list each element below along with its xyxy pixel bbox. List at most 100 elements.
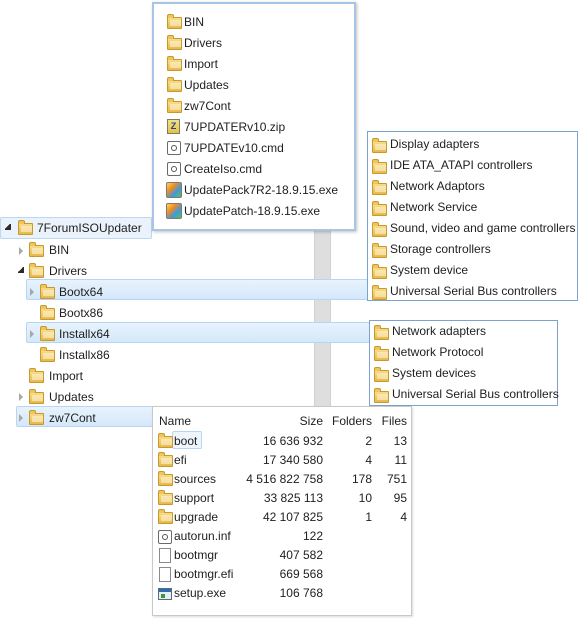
table-cell-files: 13 [393, 434, 407, 448]
driver-category[interactable]: Storage controllers [390, 242, 491, 256]
tree-root-label[interactable]: 7ForumISOUpdater [37, 221, 142, 235]
folder-icon [374, 367, 389, 382]
table-cell-size: 407 582 [279, 548, 323, 562]
tree-item-bootx86[interactable]: Bootx86 [59, 306, 103, 320]
folder-icon [40, 284, 55, 299]
popup-item-import[interactable]: Import [184, 57, 218, 71]
folder-icon [167, 14, 182, 29]
collapse-arrow-icon[interactable] [30, 288, 34, 296]
popup-item-updates[interactable]: Updates [184, 78, 229, 92]
folder-icon [372, 222, 387, 237]
driver-category[interactable]: Universal Serial Bus controllers [392, 387, 559, 401]
column-header-files[interactable]: Files [375, 414, 407, 428]
tree-item-installx86[interactable]: Installx86 [59, 348, 110, 362]
folder-icon [40, 347, 55, 362]
collapse-arrow-icon[interactable] [19, 414, 23, 422]
popup-item-drivers[interactable]: Drivers [184, 36, 222, 50]
tree-item-installx64[interactable]: Installx64 [59, 327, 110, 341]
table-cell-files: 751 [386, 472, 407, 486]
tree-item-drivers[interactable]: Drivers [49, 264, 87, 278]
popup-item-updatepatch[interactable]: UpdatePatch-18.9.15.exe [184, 204, 320, 218]
folder-icon [374, 346, 389, 361]
table-cell-files: 95 [393, 491, 407, 505]
driver-category[interactable]: Network adapters [392, 324, 486, 338]
installer-icon [166, 203, 182, 219]
folder-icon [167, 56, 182, 71]
column-header-name[interactable]: Name [159, 414, 191, 428]
folder-icon [372, 264, 387, 279]
driver-category[interactable]: Display adapters [390, 137, 479, 151]
table-cell-size: 122 [302, 529, 323, 543]
settings-file-icon [158, 530, 172, 544]
popup-item-updatepack[interactable]: UpdatePack7R2-18.9.15.exe [184, 183, 338, 197]
table-cell-size: 669 568 [279, 567, 323, 581]
table-cell-folders: 2 [365, 434, 372, 448]
tree-item-import[interactable]: Import [49, 369, 83, 383]
driver-category[interactable]: IDE ATA_ATAPI controllers [390, 158, 533, 172]
table-cell-name[interactable]: bootmgr.efi [174, 567, 233, 581]
folder-icon [372, 243, 387, 258]
table-cell-name[interactable]: upgrade [174, 510, 218, 524]
table-cell-size: 17 340 580 [262, 453, 323, 467]
folder-icon [372, 138, 387, 153]
folder-icon [372, 159, 387, 174]
folder-icon [167, 98, 182, 113]
table-cell-name[interactable]: setup.exe [174, 586, 226, 600]
folder-icon [29, 389, 44, 404]
cmd-icon [167, 162, 181, 176]
popup-item-createiso[interactable]: CreateIso.cmd [184, 162, 262, 176]
driver-category[interactable]: Universal Serial Bus controllers [390, 284, 557, 298]
cmd-icon [167, 141, 181, 155]
table-cell-name[interactable]: boot [174, 434, 197, 448]
table-cell-name[interactable]: support [174, 491, 214, 505]
tree-item-bin[interactable]: BIN [49, 243, 69, 257]
installer-icon [166, 182, 182, 198]
tree-item-bootx64[interactable]: Bootx64 [59, 285, 103, 299]
table-cell-size: 42 107 825 [262, 510, 323, 524]
folder-tree: 7ForumISOUpdater BIN Drivers Bootx64 Boo… [0, 210, 370, 430]
table-cell-name[interactable]: sources [174, 472, 216, 486]
collapse-arrow-icon[interactable] [19, 247, 23, 255]
table-cell-name[interactable]: autorun.inf [174, 529, 231, 543]
tree-item-updates[interactable]: Updates [49, 390, 94, 404]
driver-category[interactable]: Network Adaptors [390, 179, 485, 193]
table-cell-name[interactable]: bootmgr [174, 548, 218, 562]
folder-icon [158, 452, 173, 467]
table-cell-folders: 178 [351, 472, 372, 486]
table-cell-files: 4 [400, 510, 407, 524]
zip-icon: Z [167, 119, 180, 134]
bootx64-contents-popup: Display adapters IDE ATA_ATAPI controlle… [367, 131, 578, 301]
column-header-folders[interactable]: Folders [329, 414, 372, 428]
collapse-arrow-icon[interactable] [19, 393, 23, 401]
driver-category[interactable]: System devices [392, 366, 476, 380]
folder-icon [372, 201, 387, 216]
table-cell-name[interactable]: efi [174, 453, 187, 467]
popup-item-update-cmd[interactable]: 7UPDATEv10.cmd [184, 141, 284, 155]
folder-icon [167, 35, 182, 50]
table-cell-folders: 1 [365, 510, 372, 524]
expand-arrow-icon[interactable] [5, 224, 11, 230]
popup-item-bin[interactable]: BIN [184, 15, 204, 29]
zw7cont-details-popup: Name Size Folders Files boot 16 636 932 … [152, 406, 412, 616]
popup-item-zw7cont[interactable]: zw7Cont [184, 99, 231, 113]
folder-icon [167, 77, 182, 92]
table-cell-folders: 10 [358, 491, 372, 505]
table-cell-folders: 4 [365, 453, 372, 467]
folder-icon [158, 509, 173, 524]
driver-category[interactable]: Network Service [390, 200, 477, 214]
folder-icon [29, 242, 44, 257]
collapse-arrow-icon[interactable] [30, 330, 34, 338]
driver-category[interactable]: Network Protocol [392, 345, 483, 359]
app-icon [158, 588, 172, 600]
tree-item-zw7cont[interactable]: zw7Cont [49, 411, 96, 425]
column-header-size[interactable]: Size [283, 414, 323, 428]
folder-icon [40, 326, 55, 341]
table-cell-size: 33 825 113 [263, 491, 323, 505]
folder-icon [158, 490, 173, 505]
folder-icon [18, 220, 33, 235]
popup-item-zip[interactable]: 7UPDATERv10.zip [184, 120, 285, 134]
expand-arrow-icon[interactable] [18, 267, 24, 273]
driver-category[interactable]: Sound, video and game controllers [390, 221, 575, 235]
driver-category[interactable]: System device [390, 263, 468, 277]
table-cell-files: 11 [394, 453, 407, 467]
